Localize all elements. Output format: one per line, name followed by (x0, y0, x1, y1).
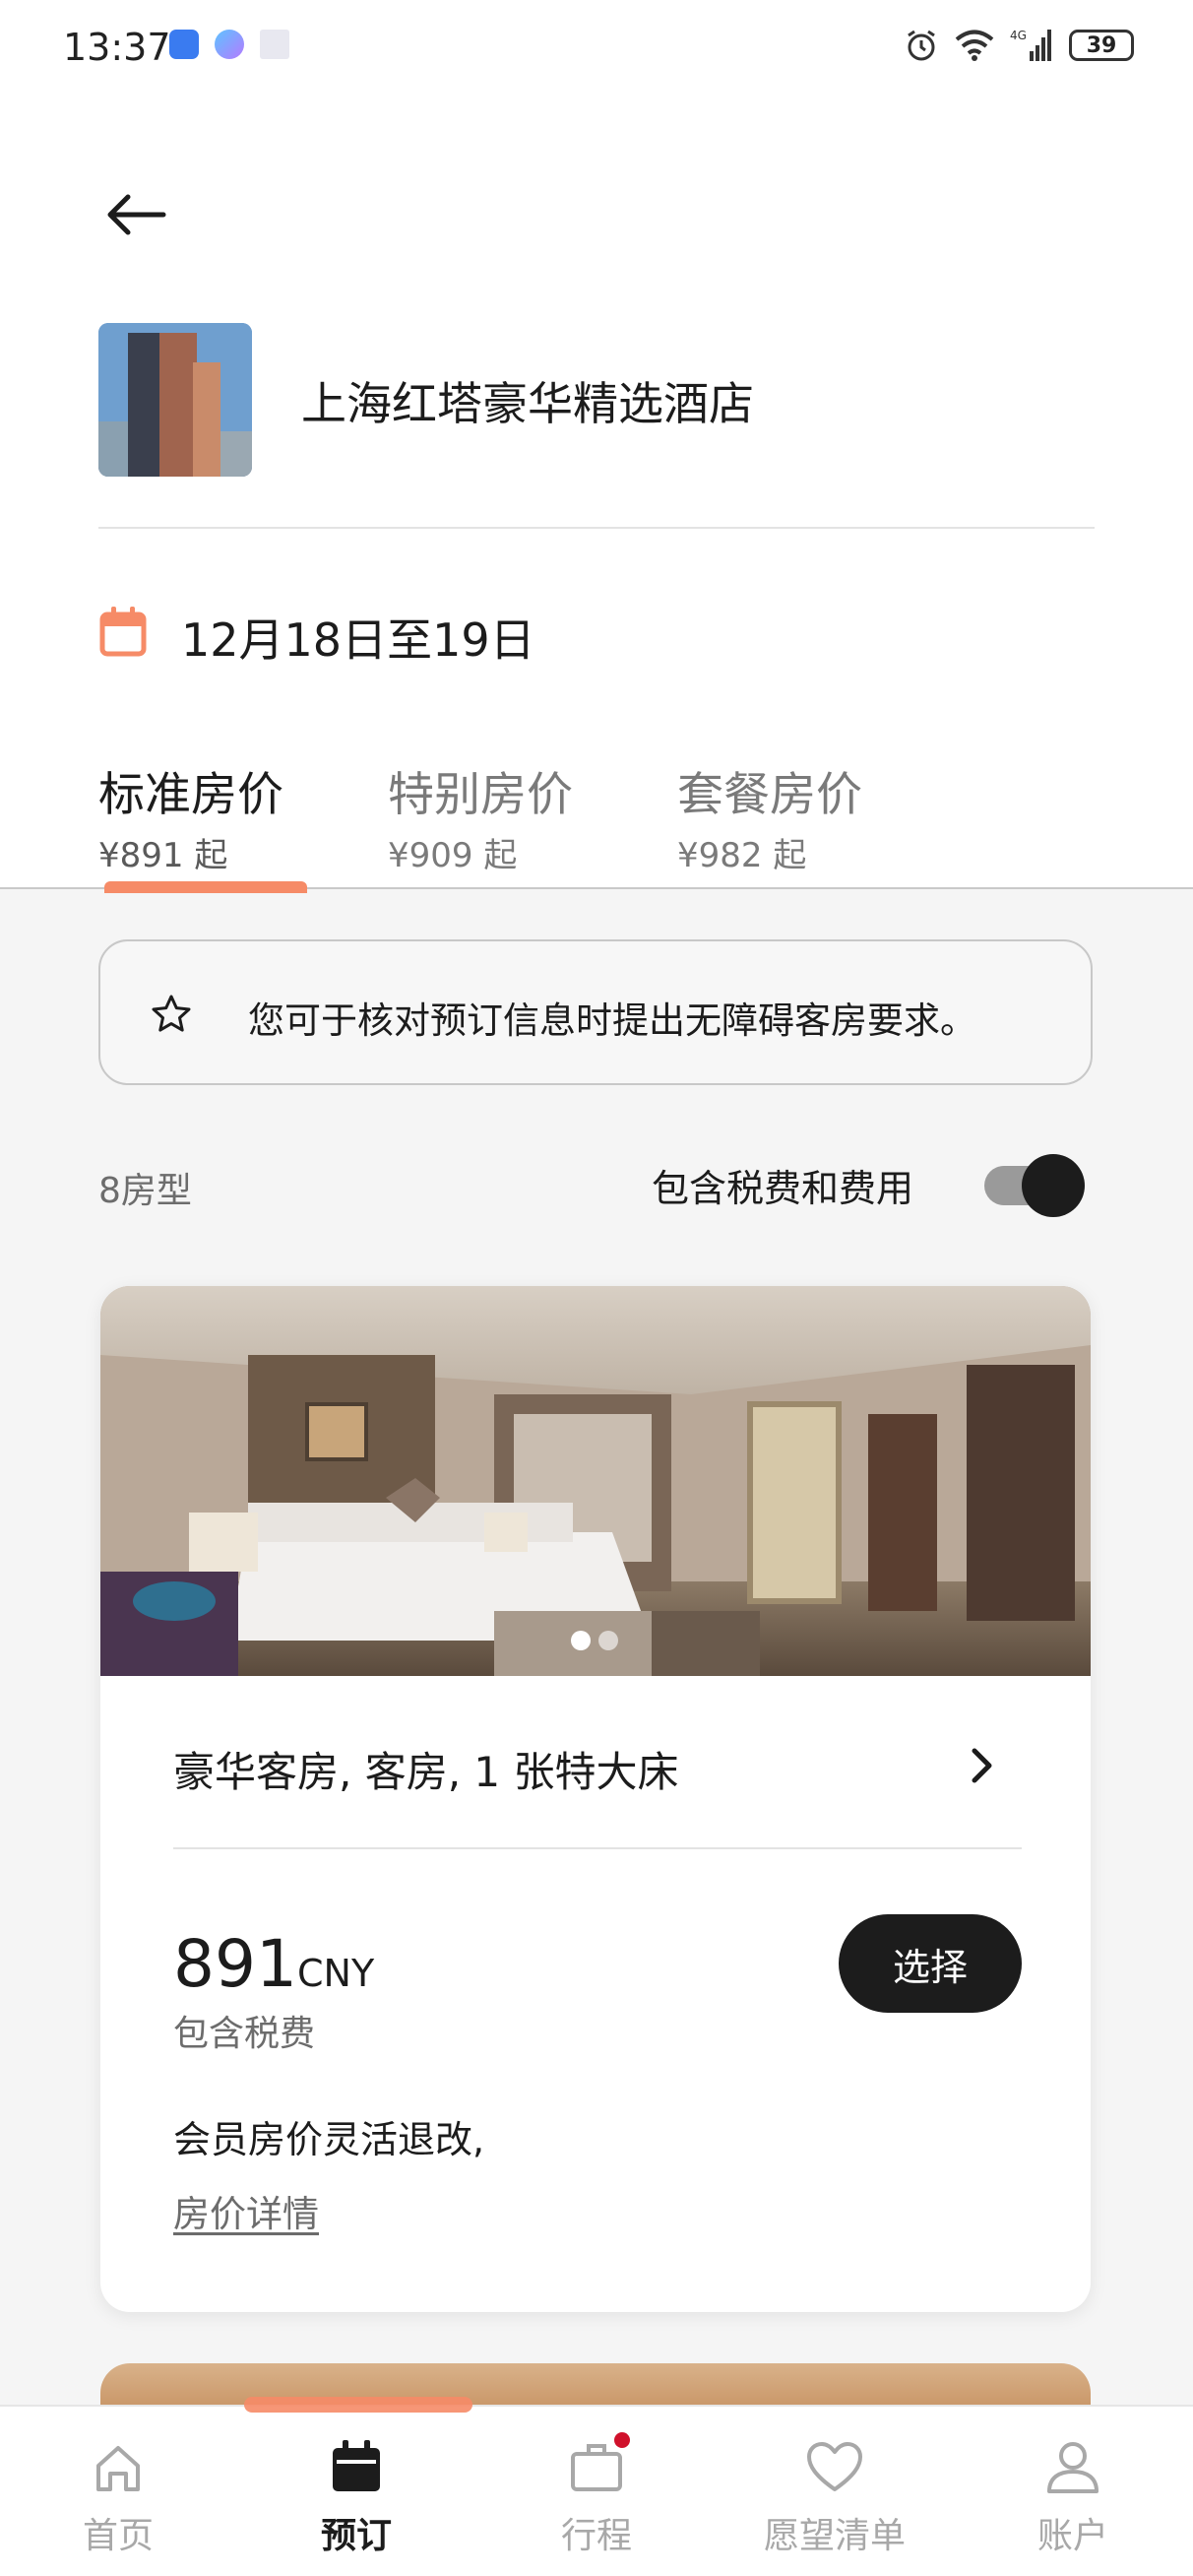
battery-level: 39 (1086, 32, 1117, 58)
status-time: 13:37 (63, 26, 171, 69)
active-tab-indicator (104, 881, 307, 893)
room-photo[interactable] (100, 1286, 1091, 1676)
pagination-dot (598, 1631, 618, 1650)
tab-special-rate[interactable]: 特别房价 ¥909 起 (388, 756, 624, 876)
suitcase-icon (571, 2444, 622, 2491)
mail-notification-icon (260, 30, 289, 59)
wifi-icon (955, 30, 994, 61)
room-type-count: 8房型 (98, 1171, 192, 1211)
cellular-signal-icon: 4G (1010, 29, 1051, 61)
tab-price: ¥891 起 (98, 836, 228, 875)
select-room-button[interactable]: 选择 (839, 1914, 1022, 2013)
photo-pagination (571, 1631, 618, 1650)
nav-label: 行程 (560, 2516, 632, 2556)
status-bar: 13:37 4G 39 (0, 0, 1193, 98)
tab-price: ¥909 起 (388, 836, 518, 875)
rate-policy: 会员房价灵活退改, (173, 2118, 485, 2161)
tab-package-rate[interactable]: 套餐房价 ¥982 起 (677, 756, 913, 876)
home-icon (96, 2446, 140, 2491)
toggle-knob (1022, 1154, 1085, 1217)
divider (98, 527, 1095, 529)
star-outline-icon (152, 995, 191, 1032)
hotel-thumbnail (98, 323, 252, 477)
tab-label: 标准房价 (98, 768, 283, 822)
bottom-nav: 首页 预订 行程 愿望清单 账户 (0, 2397, 1193, 2576)
calendar-icon (333, 2440, 380, 2491)
rate-details-link[interactable]: 房价详情 (173, 2184, 319, 2237)
app-notification-icon (169, 30, 199, 59)
tab-standard-rate[interactable]: 标准房价 ¥891 起 (98, 756, 335, 876)
tax-toggle-label: 包含税费和费用 (652, 1167, 914, 1210)
person-icon (1047, 2442, 1099, 2493)
nav-account[interactable]: 账户 (974, 2407, 1171, 2576)
nav-label: 愿望清单 (763, 2516, 906, 2556)
divider (173, 1847, 1022, 1849)
arrow-left-icon (107, 194, 166, 235)
suitcase-icon-wrap (567, 2432, 630, 2497)
tab-price: ¥982 起 (677, 836, 807, 875)
hotel-name: 上海红塔豪华精选酒店 (301, 377, 754, 430)
nav-label: 预订 (320, 2516, 392, 2556)
alarm-icon (908, 30, 935, 61)
stay-dates[interactable]: 12月18日至19日 (181, 605, 535, 670)
nav-label: 账户 (1036, 2516, 1108, 2556)
room-price-currency: CNY (297, 1952, 375, 1995)
heart-icon (807, 2442, 862, 2491)
tab-label: 套餐房价 (677, 768, 862, 822)
nav-wishlist[interactable]: 愿望清单 (736, 2407, 933, 2576)
pagination-dot-active (571, 1631, 591, 1650)
calendar-icon[interactable] (98, 605, 148, 658)
nav-trips[interactable]: 行程 (498, 2407, 695, 2576)
room-card[interactable]: 豪华客房, 客房, 1 张特大床 891 CNY 包含税费 选择 会员房价灵活退… (100, 1286, 1091, 2312)
room-title[interactable]: 豪华客房, 客房, 1 张特大床 (173, 1739, 678, 1799)
tax-toggle[interactable] (982, 1152, 1085, 1217)
back-button[interactable] (98, 177, 173, 252)
price-tax-note: 包含税费 (173, 2014, 316, 2054)
nav-book[interactable]: 预订 (258, 2407, 455, 2576)
network-type: 4G (1010, 29, 1027, 42)
chevron-right-icon[interactable] (957, 1741, 1006, 1790)
nav-label: 首页 (82, 2516, 154, 2556)
accessibility-notice: 您可于核对预订信息时提出无障碍客房要求。 (98, 939, 1093, 1085)
tab-label: 特别房价 (388, 768, 573, 822)
assistant-notification-icon (215, 30, 244, 59)
notification-badge (614, 2432, 630, 2448)
nav-home[interactable]: 首页 (20, 2407, 217, 2576)
status-indicators: 4G 39 (904, 28, 1134, 63)
notice-text: 您可于核对预订信息时提出无障碍客房要求。 (248, 999, 976, 1042)
battery-indicator: 39 (1069, 30, 1134, 61)
room-price: 891 (173, 1926, 297, 2002)
